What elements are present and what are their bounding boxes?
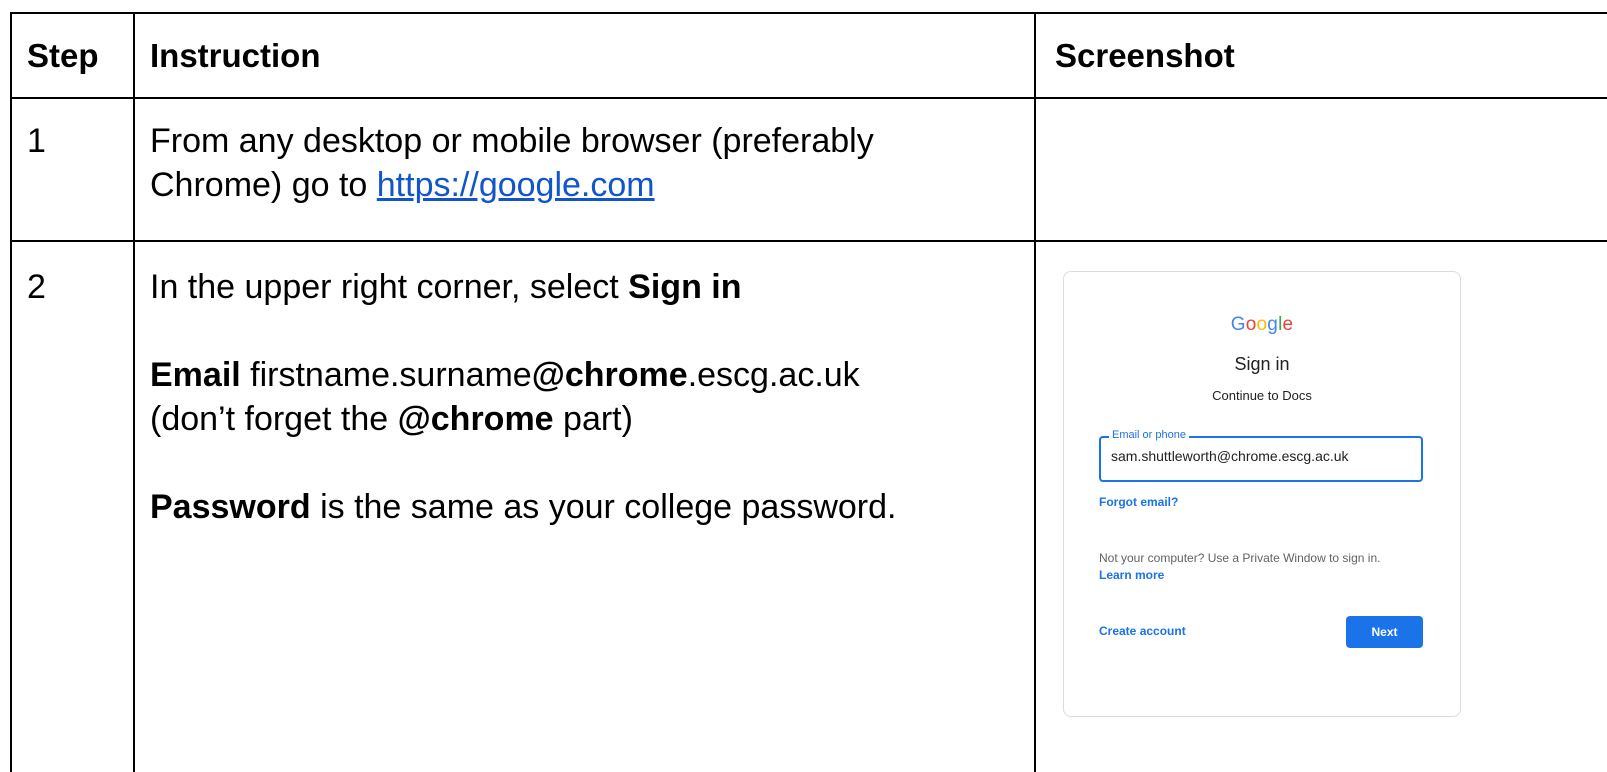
signin-subtitle: Continue to Docs bbox=[1212, 388, 1312, 403]
google-logo-letter: o bbox=[1245, 314, 1257, 335]
row2-email-line: Email firstname.surname@chrome.escg.ac.u… bbox=[150, 353, 896, 397]
google-logo-letter: o bbox=[1256, 314, 1268, 335]
row1-instruction: From any desktop or mobile browser (pref… bbox=[150, 119, 874, 207]
password-rest: is the same as your college password. bbox=[310, 488, 897, 526]
sign-in-bold: Sign in bbox=[628, 268, 742, 306]
email-domain-bold: @chrome bbox=[531, 356, 688, 394]
header-step: Step bbox=[27, 37, 99, 74]
note-prefix: (don’t forget the bbox=[150, 400, 398, 438]
google-logo: Google bbox=[1064, 314, 1460, 336]
row1-line1: From any desktop or mobile browser (pref… bbox=[150, 122, 874, 160]
header-screenshot: Screenshot bbox=[1055, 37, 1235, 74]
password-bold: Password bbox=[150, 488, 311, 526]
row1-line2-prefix: Chrome) go to bbox=[150, 166, 377, 204]
row2-password-line: Password is the same as your college pas… bbox=[150, 485, 896, 529]
table-column-divider-2 bbox=[1034, 12, 1036, 772]
header-instruction: Instruction bbox=[150, 37, 321, 74]
note-suffix: part) bbox=[553, 400, 633, 438]
table-row-divider bbox=[10, 240, 1607, 242]
signin-title: Sign in bbox=[1234, 354, 1290, 374]
signin-screenshot: Google Sign in Continue to Docs Email or… bbox=[1063, 271, 1461, 717]
row2-instruction: In the upper right corner, select Sign i… bbox=[150, 265, 896, 529]
sign-in-prefix: In the upper right corner, select bbox=[150, 268, 629, 306]
next-button[interactable]: Next bbox=[1346, 616, 1423, 648]
row1-step: 1 bbox=[27, 122, 46, 160]
learn-more-link[interactable]: Learn more bbox=[1099, 568, 1164, 582]
table-header-divider bbox=[10, 97, 1607, 99]
note-bold: @chrome bbox=[397, 400, 554, 438]
google-logo-letter: e bbox=[1282, 314, 1294, 335]
create-account-link[interactable]: Create account bbox=[1099, 624, 1186, 638]
google-logo-letter: G bbox=[1230, 314, 1246, 335]
email-bold: Email bbox=[150, 356, 241, 394]
email-field-label: Email or phone bbox=[1109, 429, 1189, 441]
row2-sign-in-line: In the upper right corner, select Sign i… bbox=[150, 265, 896, 309]
row2-note-line: (don’t forget the @chrome part) bbox=[150, 397, 896, 441]
google-logo-letter: g bbox=[1267, 314, 1279, 335]
email-part1: firstname.surname bbox=[240, 356, 532, 394]
email-input[interactable] bbox=[1101, 448, 1421, 464]
table-border-left bbox=[10, 12, 12, 772]
private-window-notice: Not your computer? Use a Private Window … bbox=[1099, 551, 1381, 565]
table-border-top bbox=[10, 12, 1607, 14]
row2-step: 2 bbox=[27, 268, 46, 306]
email-part2: .escg.ac.uk bbox=[687, 356, 860, 394]
email-field[interactable]: Email or phone bbox=[1099, 429, 1423, 482]
google-link[interactable]: https://google.com bbox=[377, 166, 655, 204]
forgot-email-link[interactable]: Forgot email? bbox=[1099, 495, 1178, 509]
row1-line2: Chrome) go to https://google.com bbox=[150, 163, 874, 207]
table-column-divider-1 bbox=[133, 12, 135, 772]
